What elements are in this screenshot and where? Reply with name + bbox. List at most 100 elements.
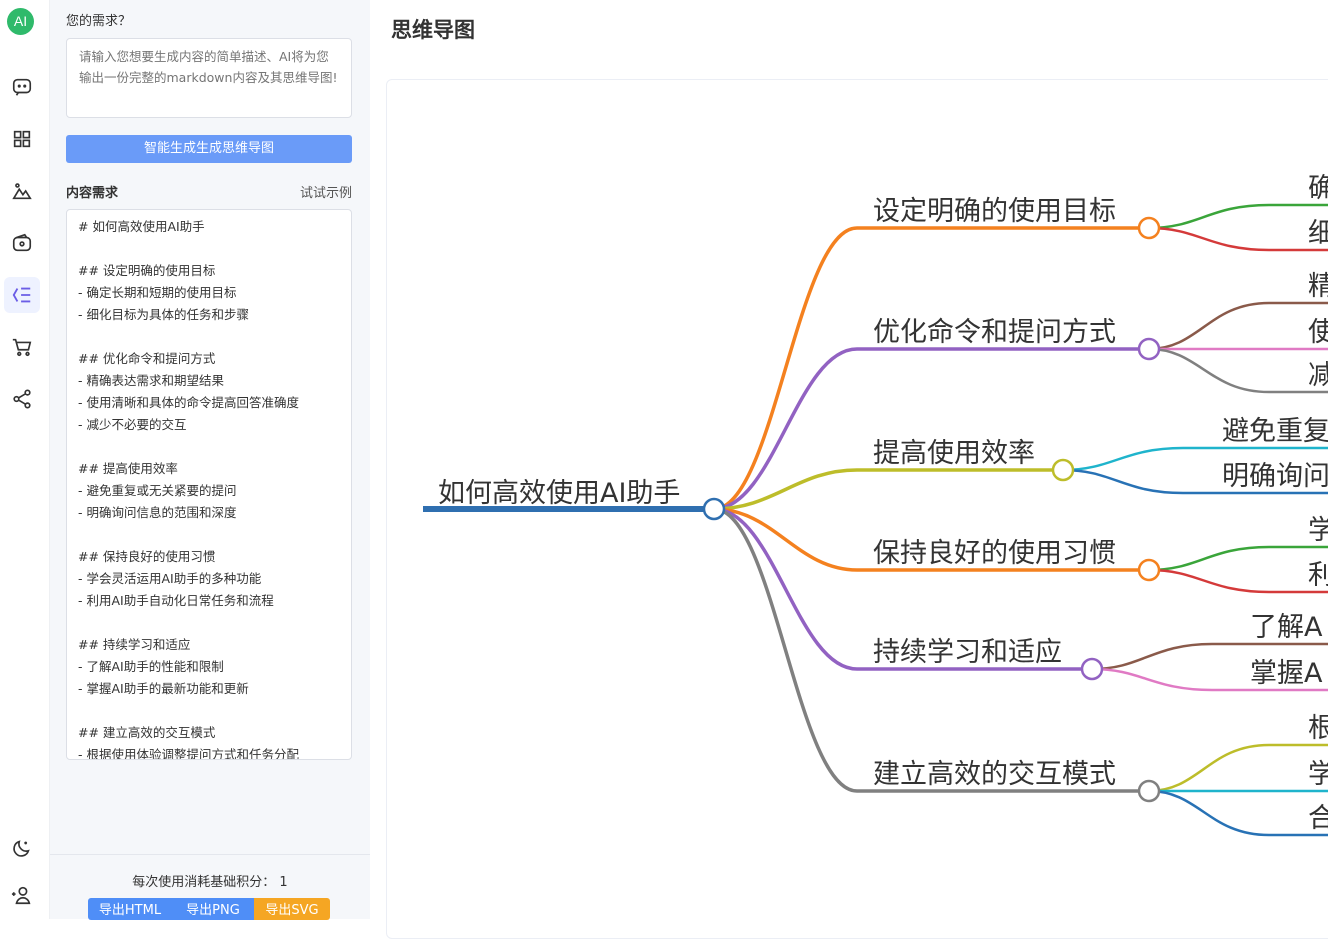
branch-node[interactable]	[1137, 558, 1161, 582]
question-label: 您的需求？	[66, 14, 132, 29]
markdown-line: - 利用AI助手自动化日常任务和流程	[78, 593, 274, 608]
nav-chat[interactable]	[4, 69, 40, 105]
chat-icon	[12, 78, 32, 96]
nav-image[interactable]	[4, 173, 40, 209]
mindmap-child-label: 学	[1308, 515, 1328, 546]
markdown-line: ## 提高使用效率	[78, 461, 178, 476]
markdown-line: - 避免重复或无关紧要的提问	[78, 483, 237, 498]
mindmap-root-label: 如何高效使用AI助手	[438, 478, 680, 509]
icon-rail: AI	[0, 0, 50, 919]
mindmap-child-label: 了解A	[1250, 612, 1323, 643]
dark-mode-toggle[interactable]	[4, 830, 40, 866]
nav-wallet[interactable]	[4, 225, 40, 261]
app-logo[interactable]: AI	[7, 8, 34, 35]
cart-icon	[12, 338, 32, 357]
markdown-line	[78, 612, 340, 634]
markdown-line: - 了解AI助手的性能和限制	[78, 659, 224, 674]
wallet-icon	[12, 233, 32, 252]
child-connector	[1148, 347, 1328, 394]
try-example-link[interactable]: 试试示例	[300, 182, 352, 201]
mindmap-branch-label: 持续学习和适应	[873, 637, 1062, 668]
image-icon	[12, 183, 32, 200]
child-connector	[1148, 203, 1328, 230]
markdown-line: - 精确表达需求和期望结果	[78, 373, 224, 388]
share-icon	[13, 389, 31, 409]
child-connector	[1148, 301, 1328, 351]
branch-node[interactable]	[1080, 657, 1104, 681]
mindmap-child-label: 避免重复	[1222, 416, 1328, 447]
description-input[interactable]	[66, 38, 352, 118]
markdown-line: - 细化目标为具体的任务和步骤	[78, 307, 249, 322]
content-label: 内容需求	[66, 186, 119, 201]
nav-share[interactable]	[4, 381, 40, 417]
page-title: 思维导图	[391, 18, 475, 42]
user-add-icon	[11, 886, 31, 905]
mindmap-svg: 如何高效使用AI助手 设定明确的使用目标 确细优化命令和提问方式 精使减提高使用效率 避…	[423, 173, 1328, 837]
export-svg-button[interactable]: 导出SVG	[254, 898, 330, 920]
markdown-line	[78, 436, 340, 458]
mindmap-branch-label: 优化命令和提问方式	[873, 317, 1116, 348]
dark-mode-icon	[13, 840, 30, 857]
markdown-line: ## 优化命令和提问方式	[78, 351, 216, 366]
mindmap-child-label: 根	[1308, 713, 1328, 744]
mindmap-child-label: 掌握A	[1250, 658, 1323, 689]
mindmap-child-label: 明确询问	[1222, 461, 1328, 492]
grid-icon	[13, 130, 31, 148]
markdown-line: ## 持续学习和适应	[78, 637, 191, 652]
mindmap-branch-label: 建立高效的交互模式	[873, 759, 1116, 790]
markdown-line	[78, 238, 340, 260]
branch-connector	[713, 468, 1053, 511]
mindmap-child-label: 确	[1308, 173, 1328, 204]
child-connector	[1148, 568, 1328, 594]
root-node[interactable]	[702, 497, 726, 521]
mindmap-branch-label: 设定明确的使用目标	[873, 196, 1116, 227]
generator-panel: 您的需求？ 智能生成生成思维导图 内容需求 试试示例 # 如何高效使用AI助手 …	[50, 0, 370, 920]
markdown-line: - 使用清晰和具体的命令提高回答准确度	[78, 395, 299, 410]
child-connector	[1148, 789, 1328, 837]
mindmap-child-label: 细	[1308, 218, 1328, 249]
markdown-line: - 减少不必要的交互	[78, 417, 187, 432]
generate-mindmap-button[interactable]: 智能生成生成思维导图	[66, 135, 352, 163]
child-connector	[1148, 545, 1328, 572]
markdown-line	[78, 326, 340, 348]
markdown-line: - 学会灵活运用AI助手的多种功能	[78, 571, 262, 586]
nav-mindmap[interactable]	[4, 277, 40, 313]
branch-node[interactable]	[1137, 779, 1161, 803]
markdown-editor[interactable]: # 如何高效使用AI助手 ## 设定明确的使用目标 - 确定长期和短期的使用目标 -…	[66, 209, 352, 760]
mindmap-canvas[interactable]: 如何高效使用AI助手 设定明确的使用目标 确细优化命令和提问方式 精使减提高使用效率 避…	[386, 79, 1328, 939]
mindmap-icon	[12, 287, 31, 303]
nav-cart[interactable]	[4, 329, 40, 365]
export-png-button[interactable]: 导出PNG	[172, 898, 254, 920]
export-button-group: 导出HTML 导出PNG 导出SVG	[88, 898, 330, 920]
main-area: 思维导图 如何高效使用AI助手 设定明确的使用目标 确细优化命令和提问方式 精使减提高…	[370, 0, 1328, 939]
mindmap-child-label: 学	[1308, 759, 1328, 790]
export-bar: 每次使用消耗基础积分： 1 导出HTML 导出PNG 导出SVG	[50, 854, 370, 920]
mindmap-child-label: 精	[1308, 271, 1328, 302]
mindmap-branch-label: 提高使用效率	[873, 438, 1035, 469]
nav-apps[interactable]	[4, 121, 40, 157]
markdown-line: - 明确询问信息的范围和深度	[78, 505, 237, 520]
markdown-line	[78, 524, 340, 546]
mindmap-child-label: 合	[1308, 803, 1328, 834]
export-html-button[interactable]: 导出HTML	[88, 898, 172, 920]
markdown-line: - 确定长期和短期的使用目标	[78, 285, 237, 300]
branch-node[interactable]	[1051, 458, 1075, 482]
branch-connector	[713, 347, 1139, 511]
markdown-line: - 掌握AI助手的最新功能和更新	[78, 681, 249, 696]
markdown-line: ## 设定明确的使用目标	[78, 263, 216, 278]
cost-text: 每次使用消耗基础积分： 1	[132, 875, 288, 890]
markdown-line: # 如何高效使用AI助手	[78, 219, 205, 234]
markdown-line: ## 保持良好的使用习惯	[78, 549, 216, 564]
mindmap-branch-label: 保持良好的使用习惯	[873, 538, 1116, 569]
mindmap-child-label: 使	[1308, 317, 1328, 348]
markdown-line: ## 建立高效的交互模式	[78, 725, 216, 740]
branch-node[interactable]	[1137, 216, 1161, 240]
user-account[interactable]	[4, 877, 40, 913]
markdown-line	[78, 700, 340, 722]
mindmap-child-label: 利	[1308, 560, 1328, 591]
mindmap-child-label: 减	[1308, 360, 1328, 391]
child-connector	[1148, 743, 1328, 793]
markdown-line: - 根据使用体验调整提问方式和任务分配	[78, 747, 299, 760]
branch-node[interactable]	[1137, 337, 1161, 361]
child-connector	[1148, 226, 1328, 252]
